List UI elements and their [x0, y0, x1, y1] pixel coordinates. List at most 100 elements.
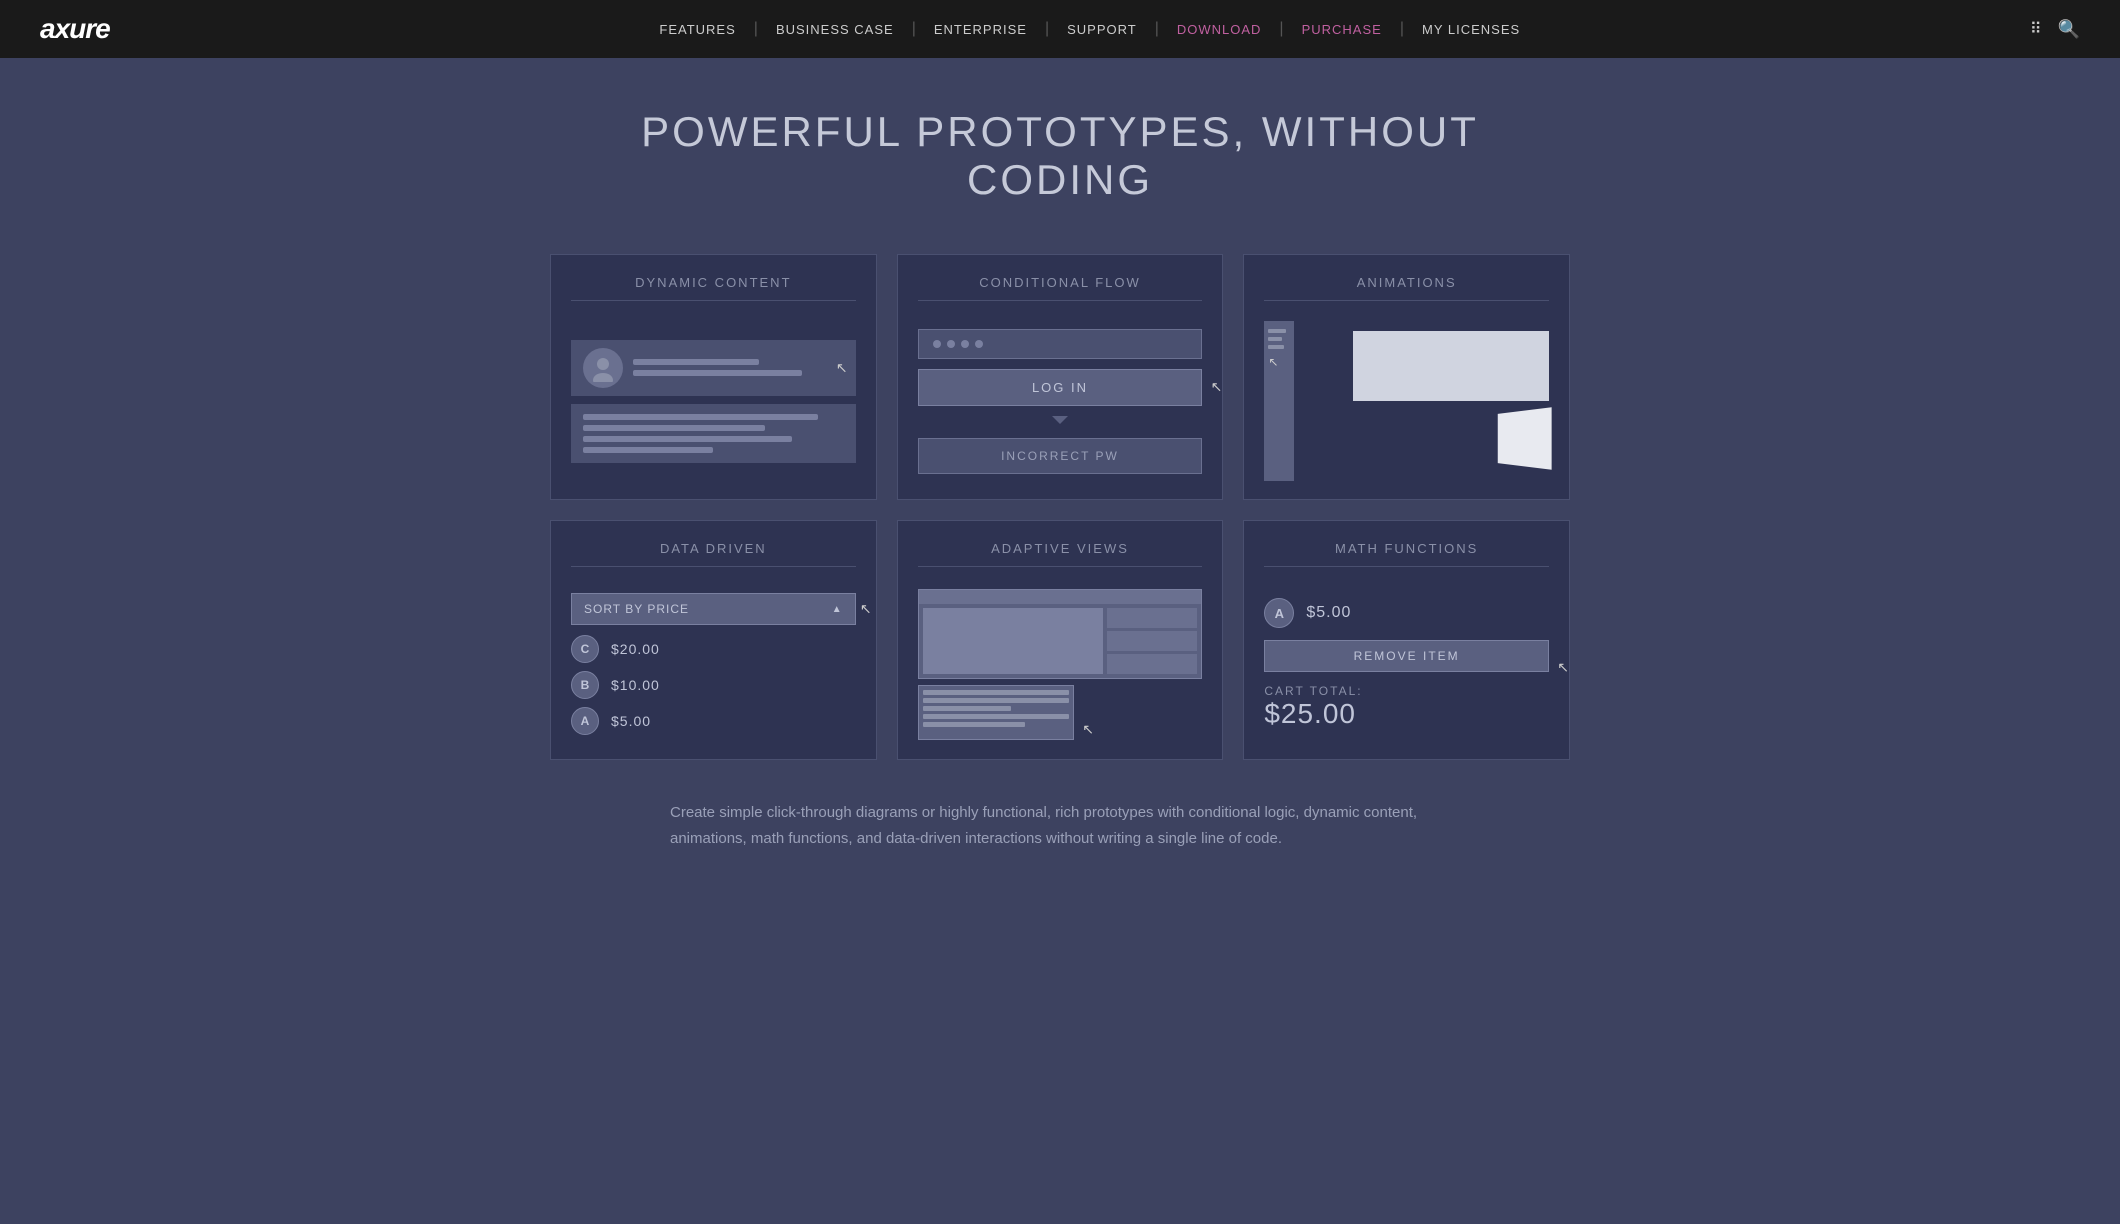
- cf-password-field: [918, 329, 1203, 359]
- cf-dot-4: [975, 340, 983, 348]
- dc-lines: [633, 359, 844, 376]
- mf-item-price: $5.00: [1306, 604, 1351, 622]
- nav-link-features[interactable]: FEATURES: [641, 22, 753, 37]
- dd-sort-arrow-icon: ▲: [832, 604, 843, 615]
- card-content-math-functions: A $5.00 REMOVE ITEM ↖ CART TOTAL: $25.00: [1264, 585, 1549, 743]
- card-title-conditional-flow: CONDITIONAL FLOW: [918, 275, 1203, 301]
- nav-link-download[interactable]: DOWNLOAD: [1159, 22, 1280, 37]
- mf-badge-a: A: [1264, 598, 1294, 628]
- cf-dot-3: [961, 340, 969, 348]
- cf-error-message: INCORRECT PW: [918, 438, 1203, 474]
- dc-avatar: [583, 348, 623, 388]
- dc-profile-row: ↖: [571, 340, 856, 396]
- card-title-animations: ANIMATIONS: [1264, 275, 1549, 301]
- nav-item-licenses[interactable]: MY LICENSES: [1404, 22, 1538, 37]
- card-content-adaptive-views: ↖: [918, 585, 1203, 743]
- dd-badge-c: C: [571, 635, 599, 663]
- card-content-conditional-flow: LOG IN ↖ INCORRECT PW: [918, 319, 1203, 483]
- data-driven-visual: SORT BY PRICE ▲ ↖ C $20.00 B $10.00: [571, 593, 856, 735]
- card-title-math-functions: MATH FUNCTIONS: [1264, 541, 1549, 567]
- anim-box-small: [1498, 407, 1552, 469]
- mf-item-a: A $5.00: [1264, 598, 1549, 628]
- main-content: POWERFUL PROTOTYPES, WITHOUT CODING DYNA…: [510, 58, 1610, 891]
- nav-links: FEATURES | BUSINESS CASE | ENTERPRISE | …: [150, 20, 2030, 38]
- mf-remove-button[interactable]: REMOVE ITEM: [1264, 640, 1549, 672]
- mf-total-amount: $25.00: [1264, 698, 1549, 730]
- av-sidebar-row-1: [1107, 608, 1197, 628]
- av-cursor-icon: ↖: [1082, 721, 1094, 738]
- hero-title: POWERFUL PROTOTYPES, WITHOUT CODING: [550, 108, 1570, 204]
- av-main-column: [923, 608, 1103, 674]
- dd-cursor-icon: ↖: [860, 601, 873, 618]
- logo[interactable]: axure: [40, 13, 110, 45]
- cards-grid: DYNAMIC CONTENT: [550, 254, 1570, 760]
- dd-price-a: $5.00: [611, 713, 651, 729]
- dd-item-c: C $20.00: [571, 635, 856, 663]
- anim-main-area: [1304, 321, 1549, 481]
- dd-item-b: B $10.00: [571, 671, 856, 699]
- nav-link-licenses[interactable]: MY LICENSES: [1404, 22, 1538, 37]
- dc-content-row-1: [583, 414, 818, 420]
- card-conditional-flow: CONDITIONAL FLOW LOG IN ↖ INCORRECT PW: [897, 254, 1224, 500]
- nav-item-download[interactable]: DOWNLOAD: [1159, 22, 1280, 37]
- dc-content-row-2: [583, 425, 765, 431]
- cf-login-wrap: LOG IN ↖: [918, 369, 1203, 406]
- av-phone-row-2: [923, 698, 1070, 703]
- dd-price-c: $20.00: [611, 641, 660, 657]
- nav-item-business-case[interactable]: BUSINESS CASE: [758, 22, 912, 37]
- av-phone-row-4: [923, 714, 1070, 719]
- av-sidebar-row-2: [1107, 631, 1197, 651]
- anim-bar-1: [1268, 329, 1286, 333]
- dc-line-2: [633, 370, 802, 376]
- anim-cursor-icon: ↖: [1268, 355, 1290, 369]
- card-dynamic-content: DYNAMIC CONTENT: [550, 254, 877, 500]
- card-math-functions: MATH FUNCTIONS A $5.00 REMOVE ITEM ↖ CAR…: [1243, 520, 1570, 760]
- nav-item-enterprise[interactable]: ENTERPRISE: [916, 22, 1045, 37]
- description-text: Create simple click-through diagrams or …: [660, 800, 1460, 851]
- anim-bar-3: [1268, 345, 1283, 349]
- nav-right: ⠿ 🔍: [2030, 19, 2080, 40]
- dc-cursor-icon: ↖: [836, 359, 848, 376]
- nav-link-support[interactable]: SUPPORT: [1049, 22, 1155, 37]
- dc-content-block: [571, 404, 856, 463]
- av-phone-row-1: [923, 690, 1070, 695]
- av-desktop-frame: [918, 589, 1203, 679]
- av-phone-row-5: [923, 722, 1026, 727]
- nav-item-support[interactable]: SUPPORT: [1049, 22, 1155, 37]
- nav-item-purchase[interactable]: PURCHASE: [1284, 22, 1400, 37]
- cf-login-button[interactable]: LOG IN: [918, 369, 1203, 406]
- cf-dot-2: [947, 340, 955, 348]
- grid-icon[interactable]: ⠿: [2030, 19, 2042, 39]
- card-content-data-driven: SORT BY PRICE ▲ ↖ C $20.00 B $10.00: [571, 585, 856, 743]
- dc-content-row-4: [583, 447, 713, 453]
- anim-bar-2: [1268, 337, 1281, 341]
- nav-item-features[interactable]: FEATURES: [641, 22, 753, 37]
- dd-badge-b: B: [571, 671, 599, 699]
- dynamic-content-visual: ↖: [571, 340, 856, 463]
- adaptive-views-visual: ↖: [918, 589, 1203, 740]
- mf-cursor-icon: ↖: [1557, 659, 1569, 676]
- card-title-dynamic-content: DYNAMIC CONTENT: [571, 275, 856, 301]
- animations-visual: ↖: [1264, 321, 1549, 481]
- search-icon[interactable]: 🔍: [2058, 19, 2080, 40]
- dd-price-b: $10.00: [611, 677, 660, 693]
- cf-cursor-icon: ↖: [1211, 379, 1223, 396]
- cf-dot-1: [933, 340, 941, 348]
- nav-link-enterprise[interactable]: ENTERPRISE: [916, 22, 1045, 37]
- av-desktop-titlebar: [919, 590, 1202, 604]
- dd-sort-label: SORT BY PRICE: [584, 602, 689, 616]
- dd-item-a: A $5.00: [571, 707, 856, 735]
- nav-link-purchase[interactable]: PURCHASE: [1284, 22, 1400, 37]
- card-animations: ANIMATIONS ↖: [1243, 254, 1570, 500]
- conditional-flow-visual: LOG IN ↖ INCORRECT PW: [918, 329, 1203, 474]
- nav-link-business-case[interactable]: BUSINESS CASE: [758, 22, 912, 37]
- av-mobile-row: ↖: [918, 685, 1203, 740]
- math-functions-visual: A $5.00 REMOVE ITEM ↖ CART TOTAL: $25.00: [1264, 598, 1549, 730]
- av-phone-frame: [918, 685, 1075, 740]
- navigation: axure FEATURES | BUSINESS CASE | ENTERPR…: [0, 0, 2120, 58]
- card-title-adaptive-views: ADAPTIVE VIEWS: [918, 541, 1203, 567]
- cf-dropdown-arrow: [1052, 416, 1068, 424]
- dd-sort-button[interactable]: SORT BY PRICE ▲ ↖: [571, 593, 856, 625]
- av-sidebar-row-3: [1107, 654, 1197, 674]
- card-data-driven: DATA DRIVEN SORT BY PRICE ▲ ↖ C $20.00: [550, 520, 877, 760]
